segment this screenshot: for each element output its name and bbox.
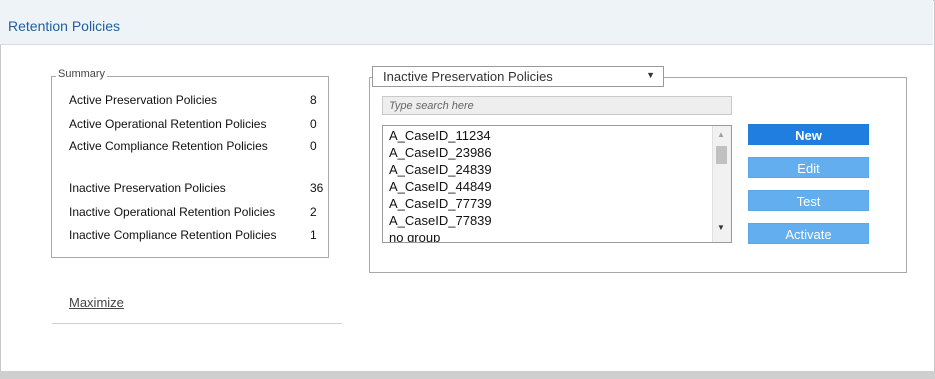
summary-label-inactive-compliance: Inactive Compliance Retention Policies xyxy=(69,228,277,242)
summary-label-active-compliance: Active Compliance Retention Policies xyxy=(69,139,268,153)
list-item[interactable]: A_CaseID_77739 xyxy=(389,196,492,212)
list-scrollbar[interactable]: ▲ ▼ xyxy=(712,126,731,242)
summary-value-active-preservation: 8 xyxy=(310,93,317,107)
list-item[interactable]: A_CaseID_24839 xyxy=(389,162,492,178)
page-title: Retention Policies xyxy=(8,18,121,34)
summary-value-inactive-preservation: 36 xyxy=(310,181,324,195)
list-item[interactable]: A_CaseID_77839 xyxy=(389,213,492,229)
divider xyxy=(52,323,342,324)
bottom-bar xyxy=(0,371,935,379)
summary-value-inactive-operational: 2 xyxy=(310,205,317,219)
summary-label-active-operational: Active Operational Retention Policies xyxy=(69,117,267,131)
summary-value-active-operational: 0 xyxy=(310,117,317,131)
list-item[interactable]: A_CaseID_23986 xyxy=(389,145,492,161)
summary-value-active-compliance: 0 xyxy=(310,139,317,153)
policy-type-selected: Inactive Preservation Policies xyxy=(383,69,553,84)
summary-label-active-preservation: Active Preservation Policies xyxy=(69,93,218,107)
caret-down-icon: ▼ xyxy=(646,70,655,80)
policy-type-dropdown[interactable]: Inactive Preservation Policies ▼ xyxy=(372,66,664,87)
test-button[interactable]: Test xyxy=(748,190,869,211)
edit-button[interactable]: Edit xyxy=(748,157,869,178)
scroll-thumb[interactable] xyxy=(716,146,727,164)
activate-button[interactable]: Activate xyxy=(748,223,869,244)
policy-listbox[interactable]: A_CaseID_11234 A_CaseID_23986 A_CaseID_2… xyxy=(382,125,732,243)
scroll-down-icon[interactable]: ▼ xyxy=(717,223,725,232)
list-item[interactable]: A_CaseID_11234 xyxy=(389,128,491,144)
search-input[interactable] xyxy=(382,96,732,115)
summary-label-inactive-preservation: Inactive Preservation Policies xyxy=(69,181,226,195)
summary-label-inactive-operational: Inactive Operational Retention Policies xyxy=(69,205,276,219)
list-item[interactable]: no group xyxy=(389,230,440,242)
new-button[interactable]: New xyxy=(748,124,869,145)
maximize-link[interactable]: Maximize xyxy=(69,295,124,310)
summary-legend: Summary xyxy=(56,68,108,80)
summary-value-inactive-compliance: 1 xyxy=(310,228,317,242)
list-item[interactable]: A_CaseID_44849 xyxy=(389,179,492,195)
page-header: Retention Policies xyxy=(0,0,933,45)
scroll-up-icon[interactable]: ▲ xyxy=(717,130,725,139)
